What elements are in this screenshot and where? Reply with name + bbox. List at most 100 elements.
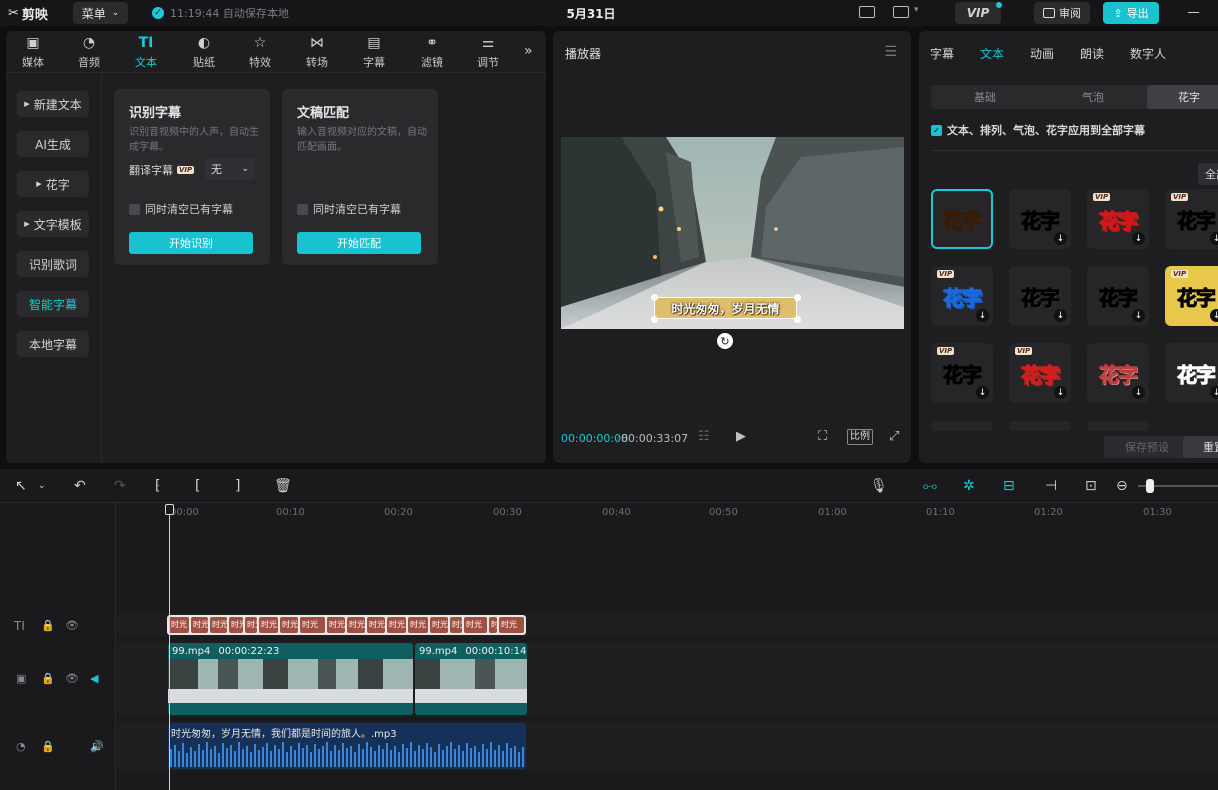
- tab-media[interactable]: ▣ 媒体: [8, 35, 58, 71]
- save-preset-button[interactable]: 保存预设: [1104, 436, 1190, 458]
- tab-digital-human[interactable]: 数字人: [1130, 45, 1166, 62]
- fancy-style-tile[interactable]: 花字 ↓: [1165, 343, 1218, 403]
- undo-icon[interactable]: ↶: [74, 478, 86, 494]
- sidebar-item-local-subtitle[interactable]: 本地字幕: [17, 331, 89, 357]
- tab-transition[interactable]: ⋈ 转场: [292, 35, 342, 71]
- text-clip[interactable]: 时光: [229, 617, 243, 633]
- chevron-down-icon[interactable]: ▾: [914, 5, 919, 15]
- rotate-icon[interactable]: ↻: [717, 333, 733, 349]
- text-clip[interactable]: 时光: [327, 617, 345, 633]
- eye-icon[interactable]: 👁: [65, 672, 79, 685]
- tab-animation[interactable]: 动画: [1030, 45, 1054, 62]
- lock-icon[interactable]: 🔒: [41, 672, 55, 685]
- fancy-style-tile[interactable]: VIP 花字 ↓: [1165, 189, 1218, 249]
- zoom-out-icon[interactable]: ⊖: [1116, 478, 1128, 494]
- tab-adjust[interactable]: ⚌ 调节: [463, 35, 513, 71]
- main-track-magnet-icon[interactable]: ⧟: [923, 478, 937, 494]
- zoom-slider-knob[interactable]: [1146, 479, 1154, 493]
- text-clip[interactable]: 时光: [169, 617, 189, 633]
- auto-snap-icon[interactable]: ✲: [963, 478, 975, 494]
- text-clip[interactable]: 时光: [367, 617, 385, 633]
- export-button[interactable]: ⇪ 导出: [1103, 2, 1159, 24]
- delete-icon[interactable]: 🗑: [274, 478, 292, 494]
- start-recognize-button[interactable]: 开始识别: [129, 232, 253, 254]
- eye-icon[interactable]: 👁: [65, 619, 79, 632]
- fancy-style-tile[interactable]: 花字 ↓: [1087, 343, 1149, 403]
- main-menu-button[interactable]: 菜单 ⌄: [73, 2, 128, 24]
- tab-subtitle[interactable]: ▤ 字幕: [349, 35, 399, 71]
- fullscreen-icon[interactable]: ⤢: [889, 429, 899, 444]
- chevron-down-icon[interactable]: ⌄: [38, 481, 46, 491]
- segment-fancy-text[interactable]: 花字: [1147, 85, 1218, 109]
- fancy-style-tile[interactable]: VIP 花字 ↓: [1165, 266, 1218, 326]
- keyboard-icon[interactable]: [859, 6, 875, 18]
- sidebar-item-new-text[interactable]: ▶ 新建文本: [17, 91, 89, 117]
- clear-existing-checkbox[interactable]: 同时清空已有字幕: [129, 201, 233, 217]
- resize-handle[interactable]: [794, 294, 801, 301]
- video-preview[interactable]: 时光匆匆，岁月无情: [561, 137, 904, 329]
- tab-subtitle[interactable]: 字幕: [930, 45, 954, 62]
- text-clip[interactable]: 时光: [499, 617, 524, 633]
- playhead[interactable]: [169, 507, 170, 790]
- apply-all-checkbox[interactable]: ✓ 文本、排列、气泡、花字应用到全部字幕: [931, 122, 1145, 138]
- fancy-style-tile[interactable]: 花字: [931, 189, 993, 249]
- text-clip-group[interactable]: 时光 时光 时光 时光 时光 时光 时光 时光 时光 时光 时光 时光 时光 时…: [167, 615, 526, 635]
- fit-timeline-icon[interactable]: ⊡: [1085, 478, 1097, 494]
- fancy-style-tile[interactable]: [1087, 421, 1149, 431]
- layout-icon[interactable]: [893, 6, 909, 18]
- fancy-style-tile[interactable]: VIP 花字 ↓: [1087, 189, 1149, 249]
- ratio-button[interactable]: 比例: [847, 429, 873, 445]
- resize-handle[interactable]: [651, 316, 658, 323]
- minimize-icon[interactable]: [1188, 12, 1199, 13]
- trim-right-icon[interactable]: ]: [235, 478, 240, 494]
- text-clip[interactable]: 时光: [450, 617, 462, 633]
- playhead-handle[interactable]: [165, 504, 174, 515]
- text-clip[interactable]: 时光: [210, 617, 227, 633]
- text-clip[interactable]: 时光: [430, 617, 448, 633]
- resize-handle[interactable]: [651, 294, 658, 301]
- video-clip[interactable]: 99.mp4 00:00:22:23: [168, 643, 413, 715]
- tab-text[interactable]: TI 文本: [121, 35, 171, 71]
- volume-icon[interactable]: 🔊: [90, 740, 104, 753]
- text-clip[interactable]: 时光: [464, 617, 487, 633]
- fancy-style-tile[interactable]: VIP 花字 ↓: [1009, 343, 1071, 403]
- fancy-style-tile[interactable]: [931, 421, 993, 431]
- fancy-style-tile[interactable]: VIP 花字 ↓: [931, 343, 993, 403]
- text-clip[interactable]: 时光: [300, 617, 325, 633]
- subtitle-overlay[interactable]: 时光匆匆，岁月无情: [654, 297, 797, 319]
- fancy-style-tile[interactable]: VIP 花字 ↓: [931, 266, 993, 326]
- translate-select[interactable]: 无 ⌄: [205, 158, 255, 180]
- lock-icon[interactable]: 🔒: [41, 619, 55, 632]
- tab-filter[interactable]: ⚭ 滤镜: [407, 35, 457, 71]
- split-icon[interactable]: ⁅: [155, 478, 160, 494]
- fit-screen-icon[interactable]: ⛶: [818, 429, 827, 444]
- filter-all-button[interactable]: 全部: [1198, 163, 1218, 185]
- tab-effects[interactable]: ☆ 特效: [235, 35, 285, 71]
- preview-axis-icon[interactable]: ⊣: [1045, 478, 1057, 494]
- review-button[interactable]: 审阅: [1034, 2, 1090, 24]
- fancy-style-tile[interactable]: 花字 ↓: [1009, 266, 1071, 326]
- fancy-style-tile[interactable]: [1009, 421, 1071, 431]
- clear-existing-checkbox[interactable]: 同时清空已有字幕: [297, 201, 401, 217]
- segment-bubble[interactable]: 气泡: [1039, 85, 1147, 109]
- text-clip[interactable]: 时光: [387, 617, 406, 633]
- reset-button[interactable]: 重置: [1183, 436, 1218, 458]
- text-clip[interactable]: 时光: [347, 617, 365, 633]
- text-clip[interactable]: 时光: [280, 617, 298, 633]
- start-match-button[interactable]: 开始匹配: [297, 232, 421, 254]
- lock-icon[interactable]: 🔒: [41, 740, 55, 753]
- sidebar-item-smart-subtitle[interactable]: 智能字幕: [17, 291, 89, 317]
- text-clip[interactable]: 时光: [191, 617, 208, 633]
- fancy-style-tile[interactable]: 花字 ↓: [1087, 266, 1149, 326]
- grid-icon[interactable]: ☷: [698, 429, 710, 444]
- tab-text[interactable]: 文本: [980, 45, 1004, 62]
- tab-read-aloud[interactable]: 朗读: [1080, 45, 1104, 62]
- tab-sticker[interactable]: ◐ 贴纸: [179, 35, 229, 71]
- sidebar-item-ai-generate[interactable]: AI生成: [17, 131, 89, 157]
- vip-button[interactable]: VIP: [955, 2, 1001, 24]
- video-clip[interactable]: 99.mp4 00:00:10:14: [415, 643, 527, 715]
- microphone-icon[interactable]: 🎙: [870, 478, 888, 494]
- sidebar-item-text-templates[interactable]: ▶ 文字模板: [17, 211, 89, 237]
- resize-handle[interactable]: [794, 316, 801, 323]
- text-clip[interactable]: 时光: [408, 617, 428, 633]
